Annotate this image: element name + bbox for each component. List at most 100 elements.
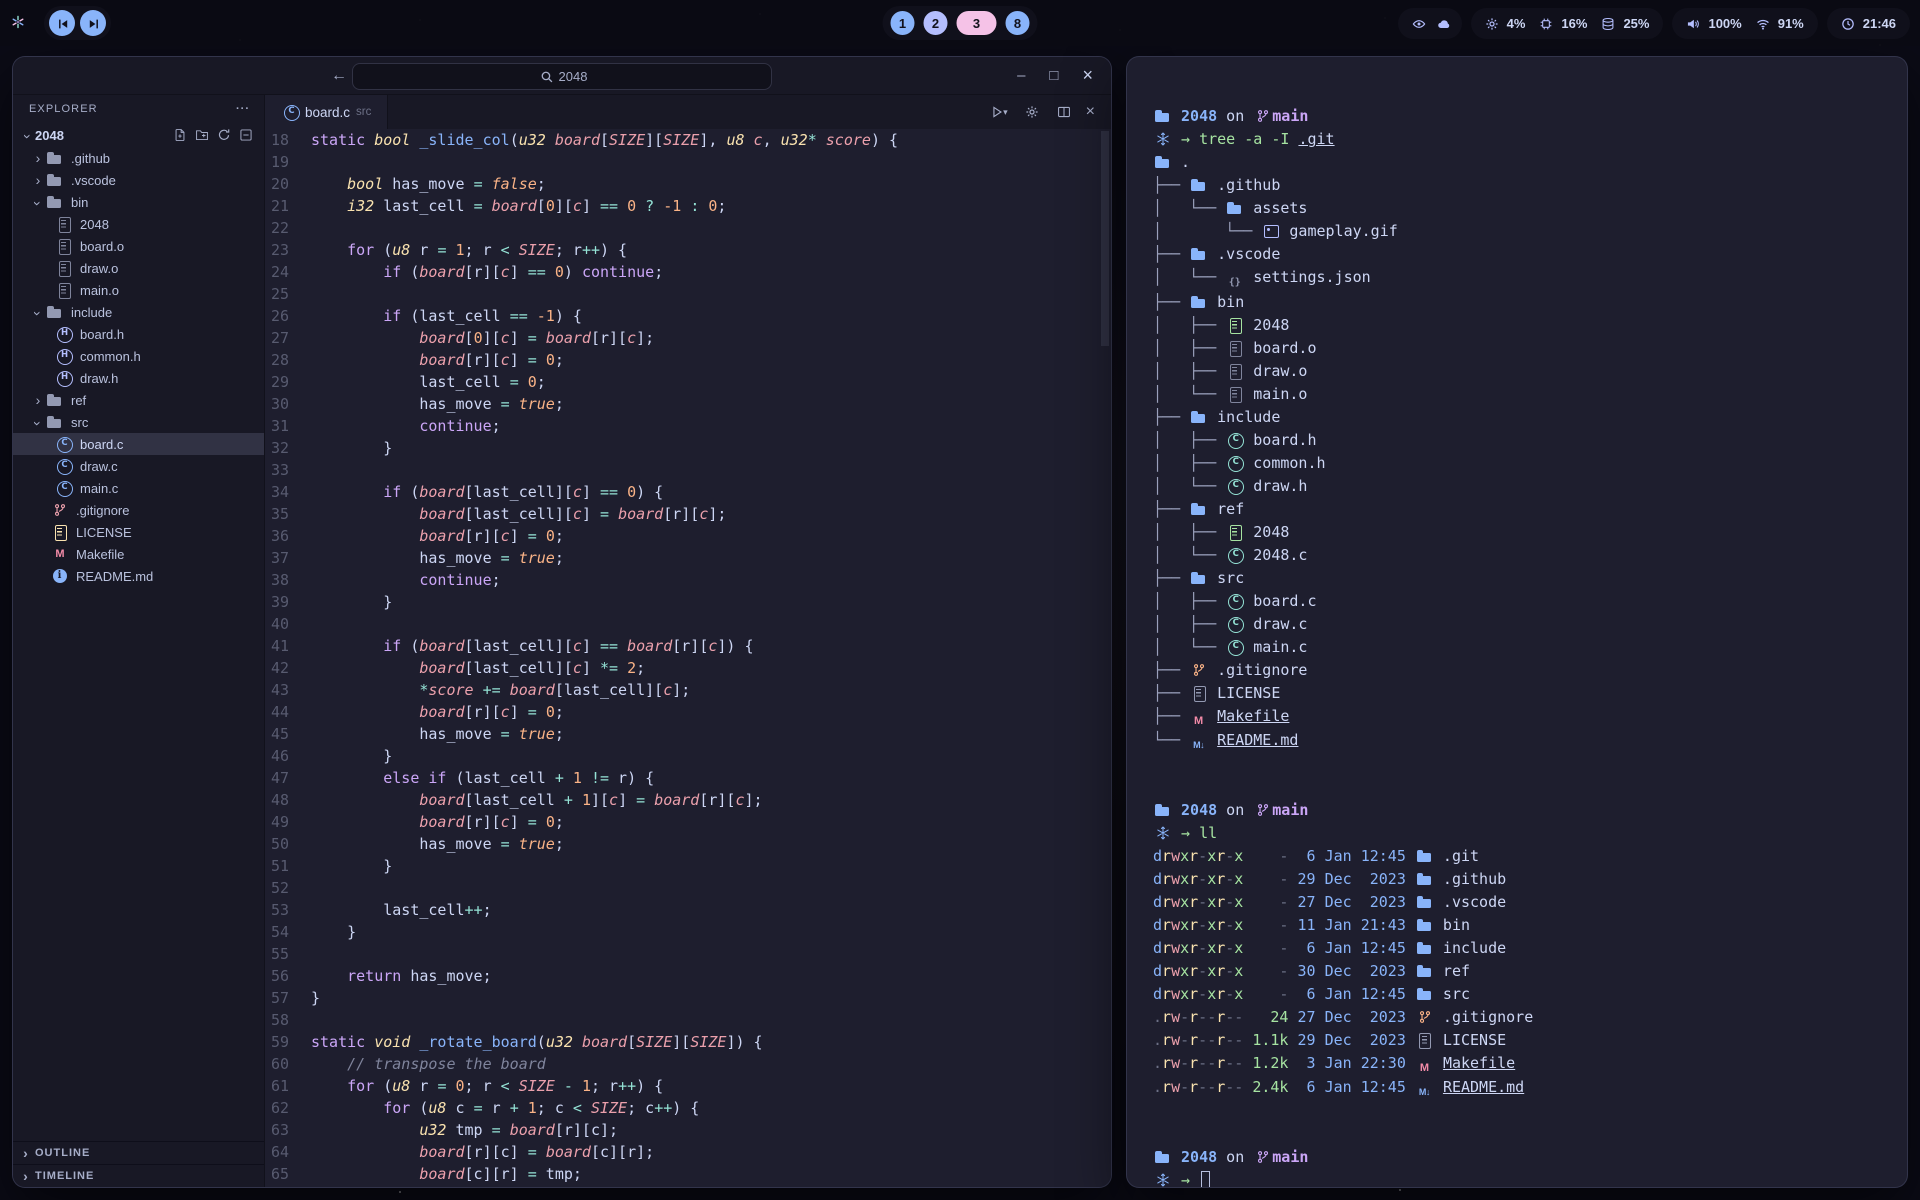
explorer-item-main.c[interactable]: main.c <box>13 477 264 499</box>
explorer-item-draw.o[interactable]: draw.o <box>13 257 264 279</box>
explorer-item-board.h[interactable]: board.h <box>13 323 264 345</box>
code-line[interactable]: 27 board[0][c] = board[r][c]; <box>265 327 1111 349</box>
system-stats[interactable]: 4% 16% 25% <box>1471 8 1664 39</box>
explorer-item-src[interactable]: ›src <box>13 411 264 433</box>
split-editor-icon[interactable] <box>1054 104 1072 120</box>
workspace-2[interactable]: 2 <box>924 11 948 35</box>
settings-icon[interactable] <box>1022 104 1040 120</box>
code-line[interactable]: 54 } <box>265 921 1111 943</box>
code-line[interactable]: 43 *score += board[last_cell][c]; <box>265 679 1111 701</box>
code-line[interactable]: 63 u32 tmp = board[r][c]; <box>265 1119 1111 1141</box>
explorer-item-main.o[interactable]: main.o <box>13 279 264 301</box>
editor-titlebar[interactable]: ← → 2048 – □ × <box>13 57 1111 95</box>
code-line[interactable]: 46 } <box>265 745 1111 767</box>
code-line[interactable]: 19 <box>265 151 1111 173</box>
code-line[interactable]: 44 board[r][c] = 0; <box>265 701 1111 723</box>
code-line[interactable]: 33 <box>265 459 1111 481</box>
refresh-explorer-icon[interactable] <box>217 128 232 143</box>
media-prev-button[interactable] <box>49 10 75 36</box>
explorer-item-README.md[interactable]: README.md <box>13 565 264 587</box>
code-line[interactable]: 45 has_move = true; <box>265 723 1111 745</box>
explorer-item-.github[interactable]: ›.github <box>13 147 264 169</box>
tab-board-c[interactable]: board.c src <box>265 95 388 129</box>
code-line[interactable]: 51 } <box>265 855 1111 877</box>
code-line[interactable]: 26 if (last_cell == -1) { <box>265 305 1111 327</box>
editor-scrollbar[interactable] <box>1101 131 1109 346</box>
code-line[interactable]: 58 <box>265 1009 1111 1031</box>
code-line[interactable]: 52 <box>265 877 1111 899</box>
code-line[interactable]: 22 <box>265 217 1111 239</box>
clock-widget[interactable]: 21:46 <box>1827 8 1910 39</box>
code-line[interactable]: 31 continue; <box>265 415 1111 437</box>
close-editor-icon[interactable]: × <box>1086 103 1095 121</box>
explorer-item-2048[interactable]: 2048 <box>13 213 264 235</box>
code-line[interactable]: 49 board[r][c] = 0; <box>265 811 1111 833</box>
launcher-logo-icon[interactable] <box>10 15 30 31</box>
close-button[interactable]: × <box>1082 65 1093 86</box>
explorer-more-icon[interactable]: ··· <box>236 103 250 115</box>
code-line[interactable]: 62 for (u8 c = r + 1; c < SIZE; c++) { <box>265 1097 1111 1119</box>
explorer-item-include[interactable]: ›include <box>13 301 264 323</box>
code-line[interactable]: 25 <box>265 283 1111 305</box>
code-line[interactable]: 38 continue; <box>265 569 1111 591</box>
workspace-1[interactable]: 1 <box>891 11 915 35</box>
explorer-root[interactable]: › 2048 <box>13 123 264 147</box>
explorer-item-.gitignore[interactable]: .gitignore <box>13 499 264 521</box>
code-line[interactable]: 20 bool has_move = false; <box>265 173 1111 195</box>
explorer-item-draw.c[interactable]: draw.c <box>13 455 264 477</box>
code-line[interactable]: 48 board[last_cell + 1][c] = board[r][c]… <box>265 789 1111 811</box>
explorer-item-common.h[interactable]: common.h <box>13 345 264 367</box>
code-line[interactable]: 40 <box>265 613 1111 635</box>
outline-section[interactable]: › OUTLINE <box>13 1141 264 1164</box>
explorer-item-.vscode[interactable]: ›.vscode <box>13 169 264 191</box>
terminal-window[interactable]: 2048 on main → tree -a -I .git .├── .git… <box>1126 56 1908 1188</box>
explorer-item-board.c[interactable]: board.c <box>13 433 264 455</box>
code-line[interactable]: 36 board[r][c] = 0; <box>265 525 1111 547</box>
code-line[interactable]: 21 i32 last_cell = board[0][c] == 0 ? -1… <box>265 195 1111 217</box>
code-line[interactable]: 18static bool _slide_col(u32 board[SIZE]… <box>265 129 1111 151</box>
workspace-8[interactable]: 8 <box>1006 11 1030 35</box>
code-editor[interactable]: 18static bool _slide_col(u32 board[SIZE]… <box>265 129 1111 1187</box>
explorer-item-bin[interactable]: ›bin <box>13 191 264 213</box>
code-line[interactable]: 28 board[r][c] = 0; <box>265 349 1111 371</box>
new-folder-icon[interactable] <box>195 128 210 143</box>
code-line[interactable]: 29 last_cell = 0; <box>265 371 1111 393</box>
code-line[interactable]: 24 if (board[r][c] == 0) continue; <box>265 261 1111 283</box>
workspace-3[interactable]: 3 <box>957 11 997 35</box>
code-line[interactable]: 53 last_cell++; <box>265 899 1111 921</box>
code-line[interactable]: 55 <box>265 943 1111 965</box>
code-line[interactable]: 60 // transpose the board <box>265 1053 1111 1075</box>
weather-widget[interactable] <box>1398 8 1462 39</box>
explorer-item-LICENSE[interactable]: LICENSE <box>13 521 264 543</box>
explorer-item-ref[interactable]: ›ref <box>13 389 264 411</box>
explorer-item-draw.h[interactable]: draw.h <box>13 367 264 389</box>
code-line[interactable]: 37 has_move = true; <box>265 547 1111 569</box>
code-line[interactable]: 61 for (u8 r = 0; r < SIZE - 1; r++) { <box>265 1075 1111 1097</box>
code-line[interactable]: 65 board[c][r] = tmp; <box>265 1163 1111 1185</box>
code-line[interactable]: 32 } <box>265 437 1111 459</box>
code-line[interactable]: 59static void _rotate_board(u32 board[SI… <box>265 1031 1111 1053</box>
code-line[interactable]: 35 board[last_cell][c] = board[r][c]; <box>265 503 1111 525</box>
code-line[interactable]: 39 } <box>265 591 1111 613</box>
code-line[interactable]: 47 else if (last_cell + 1 != r) { <box>265 767 1111 789</box>
explorer-item-Makefile[interactable]: MMakefile <box>13 543 264 565</box>
code-line[interactable]: 23 for (u8 r = 1; r < SIZE; r++) { <box>265 239 1111 261</box>
command-center-search[interactable]: 2048 <box>352 63 772 90</box>
code-line[interactable]: 56 return has_move; <box>265 965 1111 987</box>
media-next-button[interactable] <box>80 10 106 36</box>
run-button[interactable]: ▾ <box>987 104 1008 120</box>
code-line[interactable]: 41 if (board[last_cell][c] == board[r][c… <box>265 635 1111 657</box>
collapse-folders-icon[interactable] <box>239 128 254 143</box>
code-line[interactable]: 30 has_move = true; <box>265 393 1111 415</box>
code-line[interactable]: 50 has_move = true; <box>265 833 1111 855</box>
minimize-button[interactable]: – <box>1017 67 1025 84</box>
explorer-item-board.o[interactable]: board.o <box>13 235 264 257</box>
code-line[interactable]: 64 board[r][c] = board[c][r]; <box>265 1141 1111 1163</box>
new-file-icon[interactable] <box>173 128 188 143</box>
timeline-section[interactable]: › TIMELINE <box>13 1164 264 1187</box>
audio-network[interactable]: 100% 91% <box>1672 8 1817 39</box>
code-line[interactable]: 34 if (board[last_cell][c] == 0) { <box>265 481 1111 503</box>
maximize-button[interactable]: □ <box>1049 67 1058 84</box>
code-line[interactable]: 57} <box>265 987 1111 1009</box>
code-line[interactable]: 42 board[last_cell][c] *= 2; <box>265 657 1111 679</box>
